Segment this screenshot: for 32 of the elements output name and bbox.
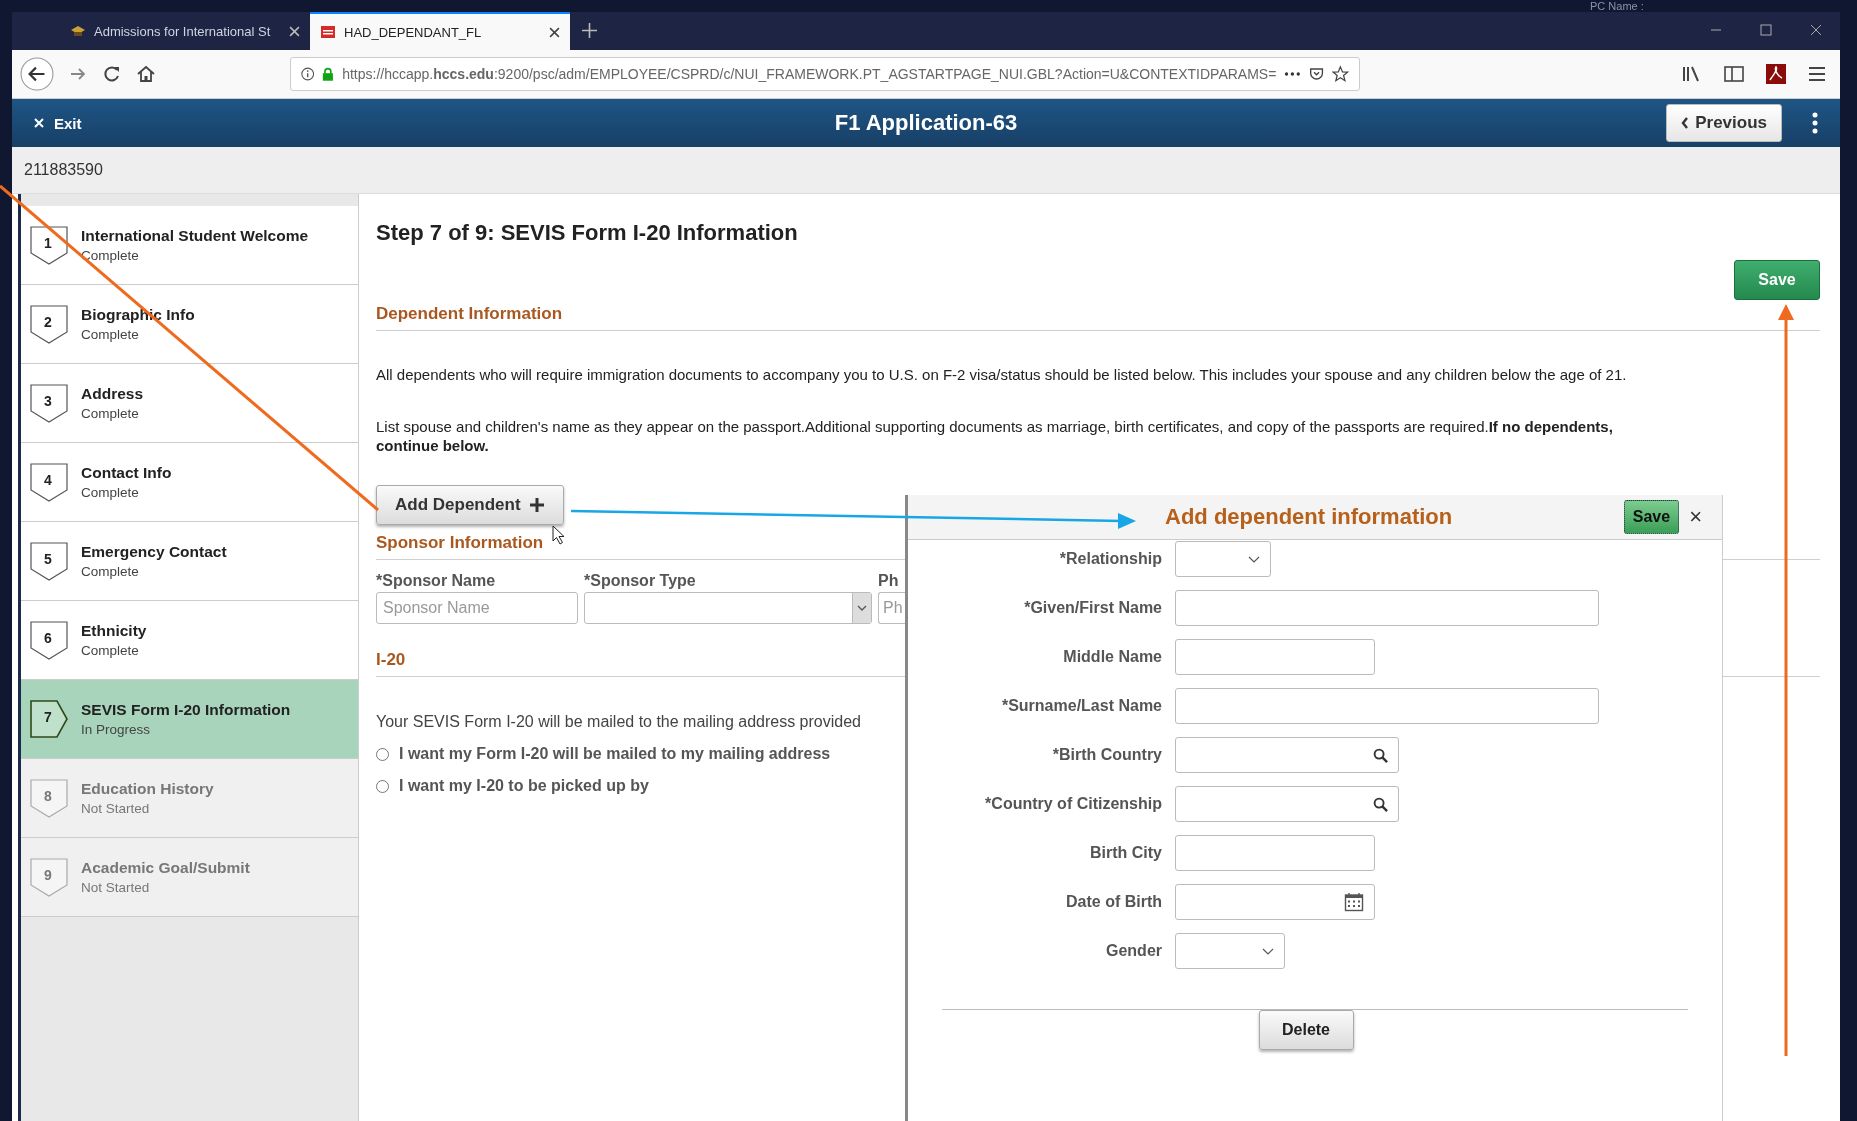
- desktop-label: PC Name :: [1590, 0, 1644, 12]
- field-label: Ph: [878, 572, 900, 590]
- step-badge: 9: [29, 856, 69, 898]
- instruction-text: All dependents who will require immigration documents to accompany you to U.S. on F-2 visa/status should be listed below. This includes your spouse and any children below the age of 21.: [376, 365, 1628, 384]
- step-heading: Step 7 of 9: SEVIS Form I-20 Information: [376, 220, 799, 246]
- field-label: *Surname/Last Name: [1000, 697, 1162, 715]
- field-label: *Sponsor Name: [376, 572, 497, 590]
- field-label: *Sponsor Type: [584, 572, 697, 590]
- field-label: Middle Name: [1062, 648, 1162, 666]
- dialog-title: Add dependent information: [1165, 504, 1453, 530]
- field-label: Birth City: [1089, 844, 1162, 862]
- field-label: *Relationship: [1058, 550, 1162, 568]
- field-label: Gender: [1105, 942, 1162, 960]
- i20-text: Your SEVIS Form I-20 will be mailed to the mailing address provided: [376, 713, 862, 731]
- step-badge: 4: [29, 461, 69, 503]
- page-title: F1 Application-63: [833, 110, 1019, 136]
- field-label: *Given/First Name: [1023, 599, 1162, 617]
- section-heading: I-20: [376, 650, 406, 671]
- field-label: Date of Birth: [1065, 893, 1162, 911]
- field-label: *Country of Citizenship: [984, 795, 1162, 813]
- student-id: 211883590: [24, 161, 103, 179]
- step-badge: 1: [29, 224, 69, 266]
- section-heading: Dependent Information: [376, 304, 563, 325]
- step-badge: 2: [29, 303, 69, 345]
- step-badge: 7: [29, 698, 69, 740]
- step-badge: 6: [29, 619, 69, 661]
- step-badge: 5: [29, 540, 69, 582]
- instruction-text: List spouse and children's name as they appear on the passport.Additional supporting documents as marriage, birth certificates, and copy of the passports are required.If no dependents, continue below.: [376, 417, 1614, 455]
- section-heading: Sponsor Information: [376, 533, 544, 554]
- step-badge: 3: [29, 382, 69, 424]
- step-badge: 8: [29, 777, 69, 819]
- field-label: *Birth Country: [1051, 746, 1162, 764]
